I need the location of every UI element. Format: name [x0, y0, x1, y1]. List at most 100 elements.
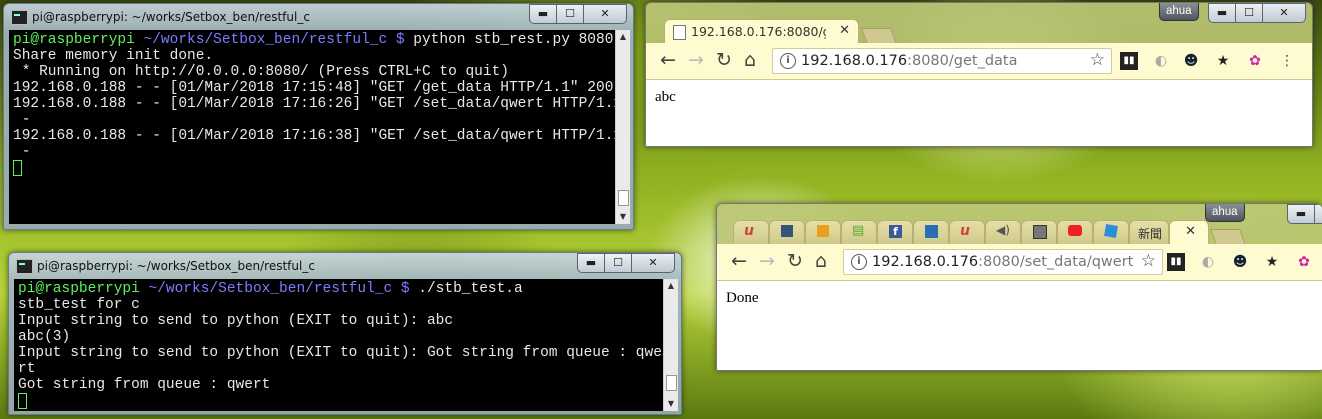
- minimize-button[interactable]: ▬: [1287, 204, 1315, 224]
- page-content: Done: [717, 281, 1322, 370]
- profile-badge[interactable]: ahua: [1205, 204, 1245, 222]
- tab-pinned[interactable]: u: [733, 220, 769, 244]
- window-title: pi@raspberrypi: ~/works/Setbox_ben/restf…: [32, 10, 310, 24]
- prompt-path: ~/works/Setbox_ben/restful_c $: [134, 32, 405, 48]
- film-extension-icon[interactable]: ▮▮: [1120, 52, 1138, 70]
- new-tab-button[interactable]: [1210, 229, 1246, 245]
- star-extension-icon[interactable]: ★: [1263, 253, 1281, 271]
- grid-app-icon: [781, 225, 793, 237]
- tab-pinned[interactable]: [913, 220, 949, 244]
- tab-strip[interactable]: ahua ▬ ☐ ✕ 192.168.0.176:8080/get_ ✕: [646, 3, 1312, 44]
- forward-icon[interactable]: →: [688, 50, 704, 70]
- tab-pinned[interactable]: f: [877, 220, 913, 244]
- output-line: Share memory init done.: [13, 48, 214, 64]
- address-bar[interactable]: i 192.168.0.176:8080/get_data ☆: [772, 48, 1112, 74]
- tab-close-icon[interactable]: ✕: [1185, 224, 1196, 239]
- tab-pinned[interactable]: [769, 220, 805, 244]
- window-title: pi@raspberrypi: ~/works/Setbox_ben/restf…: [37, 259, 315, 273]
- reload-icon[interactable]: ↻: [716, 50, 732, 70]
- bookmark-app-icon: [925, 225, 938, 238]
- tab-set-data-active[interactable]: ✕: [1169, 220, 1209, 244]
- scroll-down-arrow-icon[interactable]: ▼: [664, 397, 678, 411]
- disabled-extension-icon[interactable]: ◐: [1152, 52, 1170, 70]
- scroll-down-arrow-icon[interactable]: ▼: [616, 210, 630, 224]
- address-bar[interactable]: i 192.168.0.176:8080/set_data/qwert ☆: [843, 249, 1163, 275]
- tab-pinned[interactable]: [805, 220, 841, 244]
- minimize-button[interactable]: ▬: [529, 4, 557, 24]
- ninja-extension-icon[interactable]: ☻: [1231, 253, 1249, 271]
- tab-title: 新聞: [1138, 227, 1163, 241]
- terminal-titlebar[interactable]: pi@raspberrypi: ~/works/Setbox_ben/restf…: [9, 253, 681, 281]
- terminal-titlebar[interactable]: pi@raspberrypi: ~/works/Setbox_ben/restf…: [4, 4, 633, 32]
- output-line: abc(3): [18, 329, 71, 345]
- terminal-window-client: pi@raspberrypi: ~/works/Setbox_ben/restf…: [8, 252, 682, 415]
- output-line: rt: [18, 361, 36, 377]
- command-text: python stb_rest.py 8080: [404, 32, 614, 48]
- url-path: :8080/set_data/qwert: [978, 254, 1134, 270]
- scroll-up-arrow-icon[interactable]: ▲: [664, 279, 678, 293]
- back-icon[interactable]: ←: [660, 50, 676, 70]
- profile-badge[interactable]: ahua: [1159, 3, 1199, 21]
- tab-news[interactable]: 新聞: [1129, 220, 1169, 244]
- star-extension-icon[interactable]: ★: [1214, 52, 1232, 70]
- terminal-cursor: [13, 160, 22, 176]
- output-line: Input string to send to python (EXIT to …: [18, 345, 662, 361]
- maximize-button[interactable]: ☐: [557, 4, 584, 24]
- tab-pinned[interactable]: ◀): [985, 220, 1021, 244]
- scroll-thumb[interactable]: [618, 190, 629, 206]
- vertical-scrollbar[interactable]: ▲ ▼: [615, 30, 630, 224]
- reload-icon[interactable]: ↻: [787, 251, 803, 271]
- tab-close-icon[interactable]: ✕: [839, 23, 850, 38]
- bookmark-star-icon[interactable]: ☆: [1090, 50, 1105, 70]
- minimize-button[interactable]: ▬: [577, 253, 605, 273]
- maximize-button[interactable]: ☐: [1236, 3, 1263, 23]
- terminal-text: pi@raspberrypi ~/works/Setbox_ben/restfu…: [14, 279, 678, 411]
- maximize-button[interactable]: ☐: [605, 253, 632, 273]
- tab-get-data[interactable]: 192.168.0.176:8080/get_ ✕: [664, 19, 859, 43]
- film-extension-icon[interactable]: ▮▮: [1167, 253, 1185, 271]
- disabled-extension-icon[interactable]: ◐: [1199, 253, 1217, 271]
- maximize-button[interactable]: ☐: [1315, 204, 1322, 224]
- scroll-up-arrow-icon[interactable]: ▲: [616, 30, 630, 44]
- film-icon: [1033, 225, 1047, 239]
- output-line: * Running on http://0.0.0.0:8080/ (Press…: [13, 64, 509, 80]
- new-tab-button[interactable]: [861, 28, 897, 44]
- ninja-extension-icon[interactable]: ☻: [1182, 52, 1200, 70]
- forward-icon[interactable]: →: [759, 251, 775, 271]
- tab-pinned[interactable]: ▤: [841, 220, 877, 244]
- prompt-user: pi@raspberrypi: [18, 281, 140, 297]
- output-line: 192.168.0.188 - - [01/Mar/2018 17:15:48]…: [13, 80, 630, 96]
- page-text: abc: [655, 89, 676, 105]
- terminal-output[interactable]: pi@raspberrypi ~/works/Setbox_ben/restfu…: [9, 30, 630, 224]
- facebook-icon: f: [889, 225, 902, 238]
- color-extension-icon[interactable]: ✿: [1295, 253, 1313, 271]
- bookmark-star-icon[interactable]: ☆: [1141, 251, 1156, 271]
- tab-pinned[interactable]: [1093, 220, 1129, 244]
- home-icon[interactable]: ⌂: [815, 251, 827, 271]
- prompt-user: pi@raspberrypi: [13, 32, 135, 48]
- terminal-cursor: [18, 393, 27, 409]
- close-button[interactable]: ✕: [632, 253, 675, 273]
- box-icon: [817, 225, 829, 237]
- u-logo-icon: u: [744, 223, 754, 239]
- youtube-icon: [1068, 225, 1082, 236]
- page-icon: [673, 25, 686, 40]
- close-button[interactable]: ✕: [584, 4, 627, 24]
- tab-title: 192.168.0.176:8080/get_: [691, 24, 826, 39]
- tab-pinned[interactable]: u: [949, 220, 985, 244]
- terminal-output[interactable]: pi@raspberrypi ~/works/Setbox_ben/restfu…: [14, 279, 678, 411]
- scroll-thumb[interactable]: [666, 375, 677, 391]
- output-line: -: [13, 112, 31, 128]
- info-icon[interactable]: i: [780, 53, 796, 69]
- close-button[interactable]: ✕: [1263, 3, 1306, 23]
- minimize-button[interactable]: ▬: [1208, 3, 1236, 23]
- menu-icon[interactable]: ⋮: [1278, 52, 1296, 70]
- vertical-scrollbar[interactable]: ▲ ▼: [663, 279, 678, 411]
- info-icon[interactable]: i: [851, 254, 867, 270]
- back-icon[interactable]: ←: [731, 251, 747, 271]
- home-icon[interactable]: ⌂: [744, 50, 756, 70]
- tab-strip[interactable]: ahua ▬ ☐ u ▤ f u ◀) 新聞 ✕: [717, 204, 1322, 245]
- tab-pinned[interactable]: [1057, 220, 1093, 244]
- color-extension-icon[interactable]: ✿: [1246, 52, 1264, 70]
- tab-pinned[interactable]: [1021, 220, 1057, 244]
